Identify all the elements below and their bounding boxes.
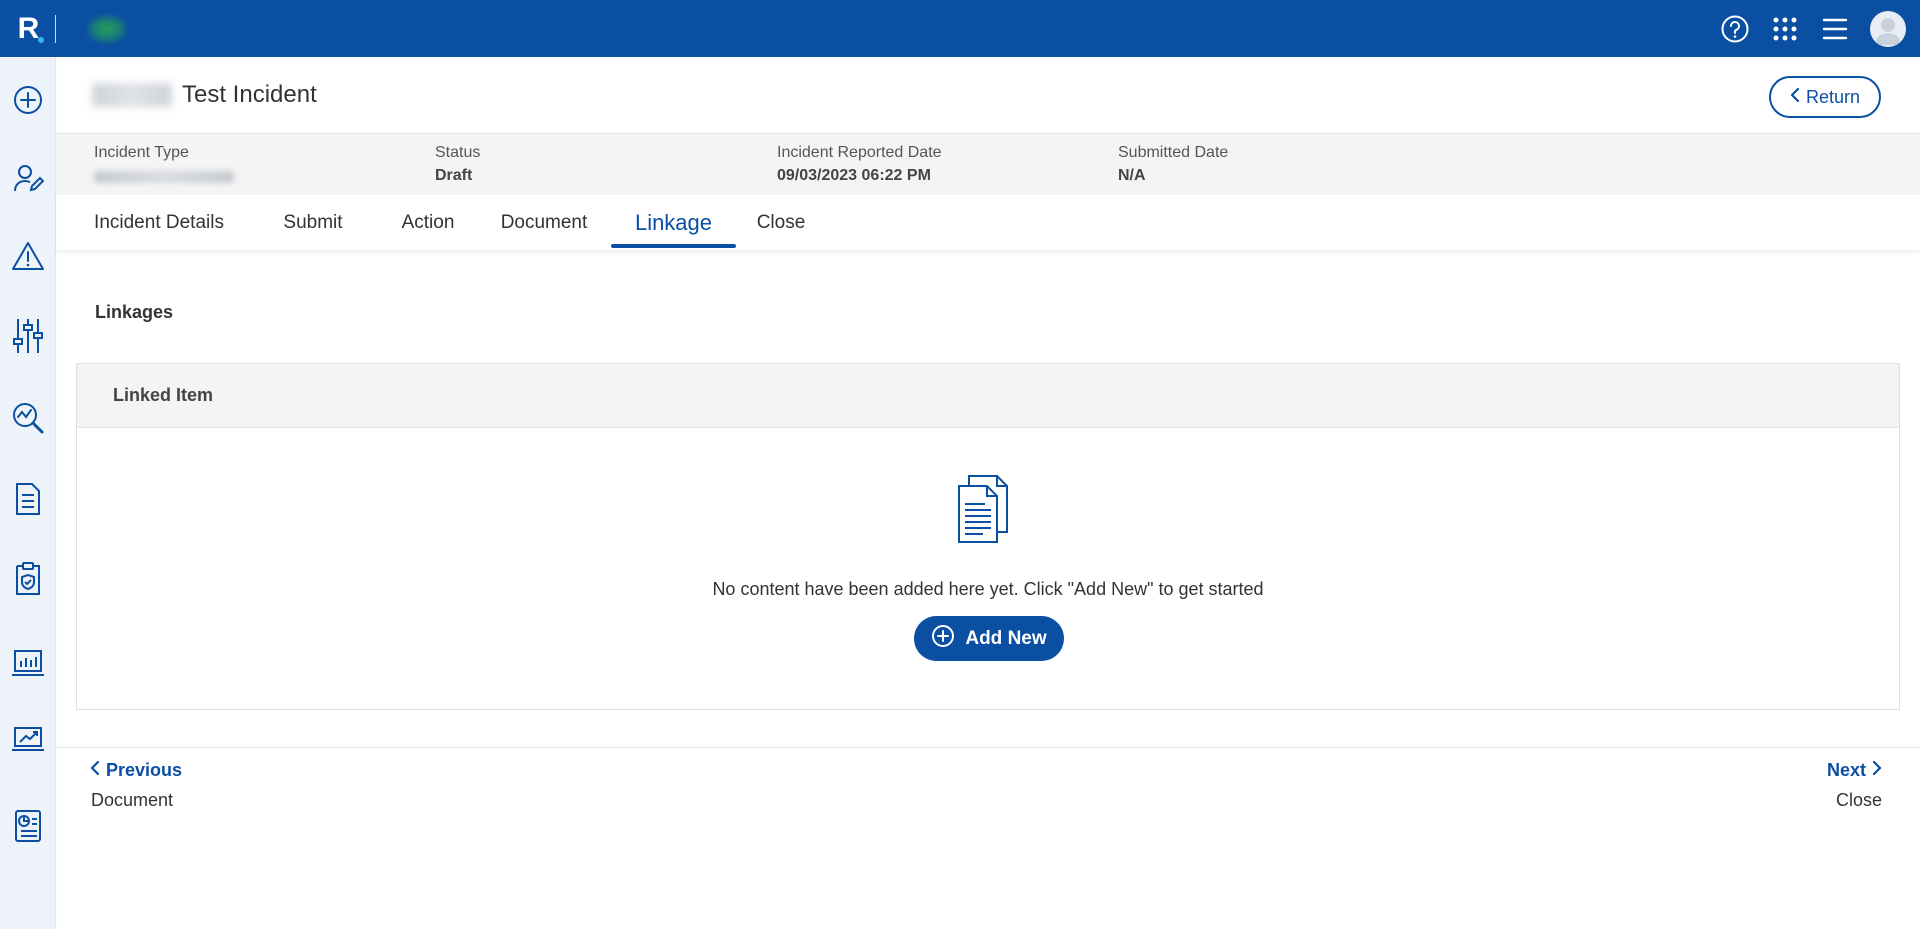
summary-incident-type: Incident Type <box>94 144 234 183</box>
tab-bar: Incident Details Submit Action Document … <box>56 195 1920 250</box>
brand-logo[interactable]: R <box>0 0 57 57</box>
apps-grid-icon[interactable] <box>1770 14 1800 44</box>
section-title: Linkages <box>95 302 174 322</box>
report-icon[interactable] <box>10 808 46 844</box>
add-new-button[interactable]: Add New <box>914 616 1064 661</box>
sliders-icon[interactable] <box>10 318 46 354</box>
shield-document-icon[interactable] <box>10 561 46 597</box>
page-title: Test Incident <box>182 81 317 108</box>
bar-chart-icon[interactable] <box>10 646 46 682</box>
summary-label: Status <box>435 144 481 161</box>
next-label: Next <box>1826 760 1866 780</box>
reported-date-value: 09/03/2023 06:22 PM <box>777 167 931 184</box>
company-logo <box>86 13 128 44</box>
chevron-left-icon <box>1790 87 1800 108</box>
warning-icon[interactable] <box>10 238 46 274</box>
previous-link[interactable]: Previous <box>90 760 182 781</box>
summary-label: Incident Type <box>94 144 189 161</box>
page-header: Test Incident Return <box>56 57 1920 133</box>
previous-target: Document <box>91 790 174 810</box>
avatar[interactable] <box>1870 10 1906 47</box>
next-target: Close <box>1835 790 1882 810</box>
tab-submit[interactable]: Submit <box>273 195 353 250</box>
trend-chart-icon[interactable] <box>10 722 46 758</box>
summary-label: Submitted Date <box>1118 144 1229 161</box>
search-chart-icon[interactable] <box>10 400 46 436</box>
brand-dot <box>38 37 44 43</box>
next-link[interactable]: Next <box>1827 760 1882 781</box>
summary-status: Status Draft <box>435 144 480 185</box>
document-list-icon[interactable] <box>10 481 46 517</box>
help-icon[interactable] <box>1720 14 1750 44</box>
add-new-label: Add New <box>965 627 1047 649</box>
submitted-date-value: N/A <box>1118 167 1146 184</box>
footer-divider <box>56 747 1920 748</box>
add-circle-icon[interactable] <box>10 82 46 118</box>
tab-document[interactable]: Document <box>489 195 599 250</box>
top-actions <box>1720 0 1906 57</box>
column-header-linked-item: Linked Item <box>77 364 1899 428</box>
status-value: Draft <box>435 167 473 184</box>
brand-letter: R <box>17 11 40 45</box>
incident-summary: Incident Type Status Draft Incident Repo… <box>56 133 1920 195</box>
empty-state-message: No content have been added here yet. Cli… <box>712 579 1264 599</box>
tab-linkage[interactable]: Linkage <box>611 195 736 250</box>
summary-label: Incident Reported Date <box>777 144 942 161</box>
return-button[interactable]: Return <box>1769 76 1881 118</box>
summary-submitted-date: Submitted Date N/A <box>1118 144 1228 185</box>
tab-close[interactable]: Close <box>742 195 820 250</box>
empty-documents-icon <box>955 474 1015 544</box>
plus-circle-icon <box>931 624 955 654</box>
chevron-right-icon <box>1872 760 1882 781</box>
incident-type-value-redacted <box>94 171 234 183</box>
tab-action[interactable]: Action <box>386 195 470 250</box>
summary-reported-date: Incident Reported Date 09/03/2023 06:22 … <box>777 144 942 185</box>
menu-icon[interactable] <box>1820 14 1850 44</box>
previous-label: Previous <box>106 760 183 780</box>
top-bar: R <box>0 0 1920 57</box>
incident-id-redacted <box>92 83 172 107</box>
return-label: Return <box>1805 86 1861 107</box>
user-edit-icon[interactable] <box>10 160 46 196</box>
sidebar <box>0 57 56 929</box>
linked-items-panel: Linked Item No content have been added h… <box>76 363 1900 710</box>
chevron-left-icon <box>90 760 100 781</box>
tab-incident-details[interactable]: Incident Details <box>89 195 229 250</box>
